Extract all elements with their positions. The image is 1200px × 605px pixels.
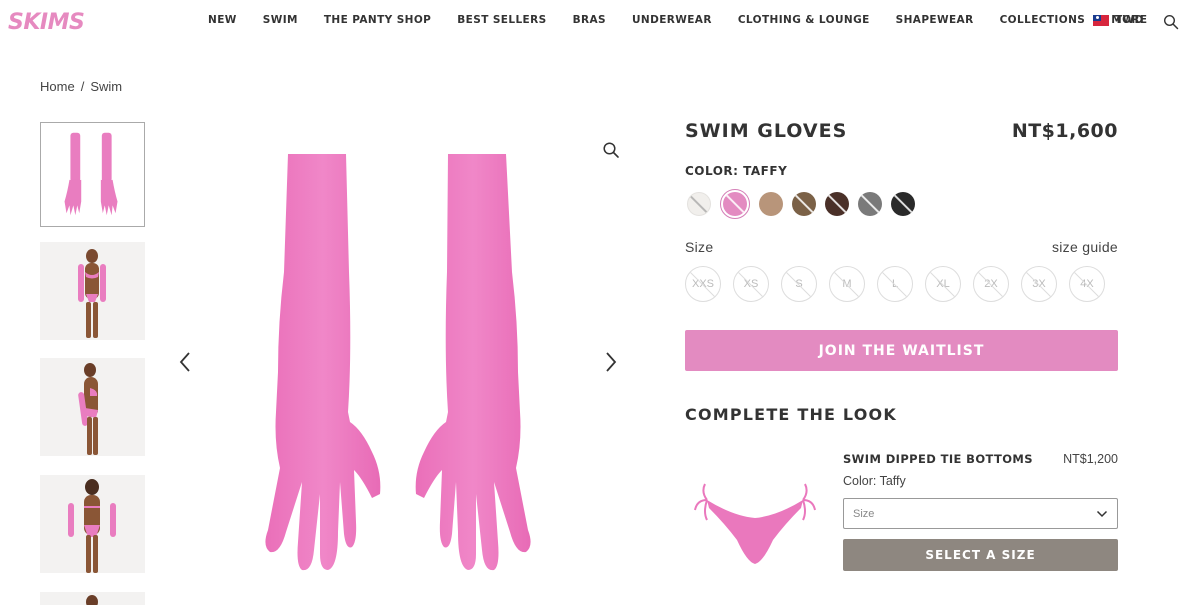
site-header: SKIMS NEW SWIM THE PANTY SHOP BEST SELLE… [0, 0, 1200, 42]
color-label: COLOR: TAFFY [685, 164, 788, 178]
model-back-thumbnail-image [68, 479, 116, 573]
main-nav: NEW SWIM THE PANTY SHOP BEST SELLERS BRA… [208, 14, 1147, 26]
product-price: NT$1,600 [1011, 120, 1118, 142]
swatch-gunmetal[interactable] [858, 192, 882, 216]
swatch-khaki[interactable] [792, 192, 816, 216]
product-title: SWIM GLOVES [685, 120, 848, 142]
nav-item-swim[interactable]: SWIM [263, 14, 298, 26]
look-item-name[interactable]: SWIM DIPPED TIE BOTTOMS [843, 452, 1033, 466]
size-guide-link[interactable]: size guide [1052, 239, 1118, 255]
tie-bottoms-image[interactable] [693, 470, 817, 570]
main-product-image[interactable] [162, 122, 640, 602]
nav-item-new[interactable]: NEW [208, 14, 237, 26]
look-item-price: NT$1,200 [1063, 452, 1118, 466]
swim-gloves-image [265, 154, 531, 571]
complete-the-look-heading: COMPLETE THE LOOK [685, 405, 897, 424]
nav-item-panty-shop[interactable]: THE PANTY SHOP [324, 14, 431, 26]
search-icon[interactable] [1163, 14, 1179, 30]
breadcrumb-separator: / [80, 79, 85, 94]
thumbnail-model-partial[interactable] [40, 592, 145, 605]
magnifier-icon[interactable] [602, 141, 620, 159]
select-a-size-button[interactable]: SELECT A SIZE [843, 539, 1118, 571]
size-option-3x[interactable]: 3X [1021, 266, 1057, 302]
skims-logo[interactable]: SKIMS [6, 8, 100, 34]
swatch-white[interactable] [687, 192, 711, 216]
thumbnail-gloves[interactable] [40, 122, 145, 227]
chevron-down-icon [1096, 510, 1108, 517]
nav-item-collections[interactable]: COLLECTIONS [1000, 14, 1086, 26]
look-item-color: Color: Taffy [843, 474, 906, 488]
size-option-xl[interactable]: XL [925, 266, 961, 302]
breadcrumb-home[interactable]: Home [40, 79, 75, 94]
color-swatches [687, 189, 915, 219]
chevron-right-icon[interactable] [603, 350, 619, 374]
swatch-sand[interactable] [759, 192, 783, 216]
model-front-thumbnail-image [78, 249, 106, 338]
look-size-placeholder: Size [853, 507, 875, 520]
nav-item-best-sellers[interactable]: BEST SELLERS [457, 14, 546, 26]
currency-selector[interactable]: TWD [1093, 14, 1144, 26]
join-waitlist-button[interactable]: JOIN THE WAITLIST [685, 330, 1118, 371]
nav-item-clothing-lounge[interactable]: CLOTHING & LOUNGE [738, 14, 870, 26]
model-side-thumbnail-image [78, 363, 98, 455]
swatch-taffy[interactable] [720, 189, 750, 219]
swatch-onyx[interactable] [891, 192, 915, 216]
size-option-s[interactable]: S [781, 266, 817, 302]
look-size-select[interactable]: Size [843, 498, 1118, 529]
thumbnail-model-front[interactable] [40, 242, 145, 340]
chevron-left-icon[interactable] [177, 350, 193, 374]
thumbnail-model-side[interactable] [40, 358, 145, 456]
model-partial-thumbnail-image [86, 595, 98, 605]
size-option-xs[interactable]: XS [733, 266, 769, 302]
currency-label: TWD [1115, 14, 1144, 26]
nav-item-bras[interactable]: BRAS [573, 14, 606, 26]
size-label: Size [685, 239, 714, 255]
size-option-4x[interactable]: 4X [1069, 266, 1105, 302]
nav-item-underwear[interactable]: UNDERWEAR [632, 14, 712, 26]
breadcrumb-current[interactable]: Swim [90, 79, 122, 94]
breadcrumb: Home / Swim [40, 79, 122, 94]
size-option-l[interactable]: L [877, 266, 913, 302]
gloves-thumbnail-image [64, 132, 118, 216]
taiwan-flag-icon [1093, 14, 1109, 26]
logo-text: SKIMS [8, 10, 84, 34]
size-option-xxs[interactable]: XXS [685, 266, 721, 302]
thumbnail-model-back[interactable] [40, 475, 145, 573]
size-option-m[interactable]: M [829, 266, 865, 302]
nav-item-shapewear[interactable]: SHAPEWEAR [896, 14, 974, 26]
size-option-2x[interactable]: 2X [973, 266, 1009, 302]
size-options: XXS XS S M L XL 2X 3X 4X [685, 266, 1105, 302]
swatch-cocoa[interactable] [825, 192, 849, 216]
